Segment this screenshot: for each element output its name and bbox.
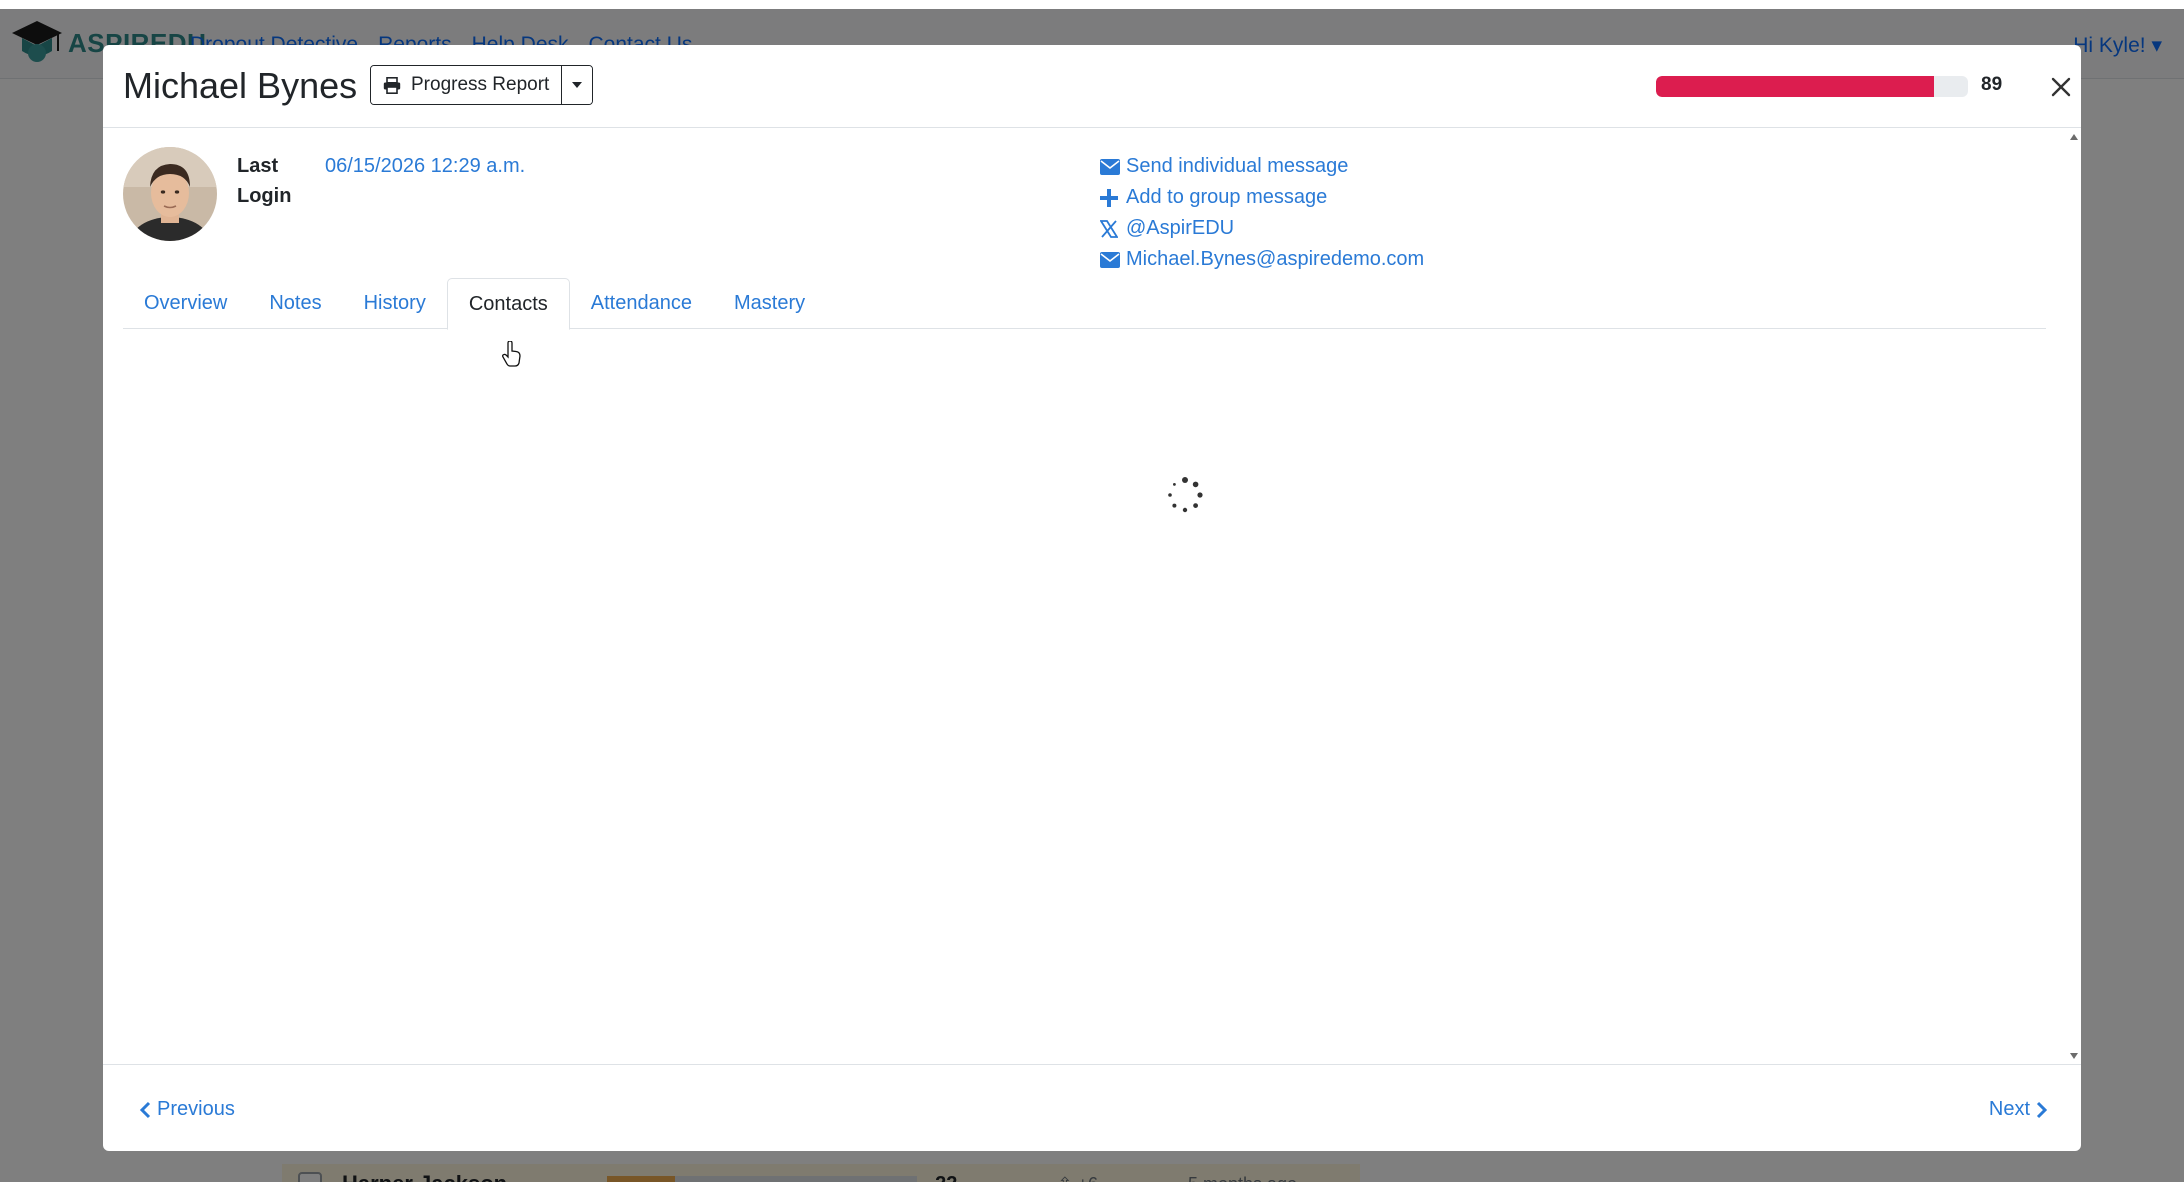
modal-header: Michael Bynes Progress Report 89 (103, 45, 2081, 128)
modal-body[interactable]: Last Login 06/15/2026 12:29 a.m. Send in… (103, 129, 2081, 1064)
last-login-label: Last Login (237, 155, 292, 207)
tab-attendance[interactable]: Attendance (570, 278, 713, 329)
avatar (123, 147, 217, 241)
progress-report-label: Progress Report (411, 74, 550, 95)
student-tabs: Overview Notes History Contacts Attendan… (123, 278, 2046, 330)
chevron-right-icon (2036, 1101, 2048, 1118)
next-student-button[interactable]: Next (1989, 1098, 2048, 1121)
plus-icon (1100, 188, 1118, 207)
hand-pointer-cursor-icon (502, 341, 521, 367)
window-top-strip (0, 0, 2184, 9)
twitter-link[interactable]: @AspirEDU (1100, 213, 1424, 244)
caret-down-icon (572, 82, 583, 88)
previous-student-button[interactable]: Previous (139, 1098, 235, 1121)
progress-report-button-group: Progress Report (370, 65, 594, 105)
add-to-group-message-link[interactable]: Add to group message (1100, 182, 1424, 213)
previous-label: Previous (157, 1098, 235, 1120)
email-address: Michael.Bynes@aspiredemo.com (1126, 248, 1425, 270)
send-individual-message-link[interactable]: Send individual message (1100, 151, 1424, 182)
tab-overview[interactable]: Overview (123, 278, 248, 329)
risk-score-value: 89 (1981, 74, 2003, 95)
envelope-icon (1100, 158, 1120, 175)
risk-score-bar (1656, 76, 1968, 97)
twitter-handle: @AspirEDU (1126, 217, 1235, 239)
tab-mastery[interactable]: Mastery (713, 278, 826, 329)
modal-scrollbar[interactable] (2066, 129, 2081, 1064)
contact-links: Send individual message Add to group mes… (1100, 151, 1424, 275)
send-individual-message-label: Send individual message (1126, 155, 1349, 177)
risk-score-bar-fill (1656, 76, 1934, 97)
tab-history[interactable]: History (343, 278, 447, 329)
add-to-group-message-label: Add to group message (1126, 186, 1328, 208)
student-detail-modal: Michael Bynes Progress Report 89 Last Lo… (103, 45, 2081, 1151)
envelope-icon (1100, 251, 1120, 268)
modal-footer: Previous Next (103, 1064, 2081, 1151)
scroll-down-arrow-icon[interactable] (2070, 1053, 2078, 1059)
chevron-left-icon (139, 1101, 151, 1118)
student-name: Michael Bynes (123, 65, 358, 106)
close-icon[interactable] (2046, 72, 2076, 102)
last-login-value: 06/15/2026 12:29 a.m. (325, 155, 526, 177)
loading-spinner-icon (1168, 477, 1203, 513)
progress-report-button[interactable]: Progress Report (371, 66, 563, 104)
email-link[interactable]: Michael.Bynes@aspiredemo.com (1100, 244, 1424, 275)
x-twitter-icon (1100, 219, 1118, 238)
tab-notes[interactable]: Notes (248, 278, 342, 329)
next-label: Next (1988, 1098, 2030, 1120)
tab-contacts[interactable]: Contacts (446, 278, 570, 330)
printer-icon (383, 76, 401, 94)
scroll-up-arrow-icon[interactable] (2070, 134, 2078, 140)
progress-report-dropdown-toggle[interactable] (562, 66, 593, 104)
